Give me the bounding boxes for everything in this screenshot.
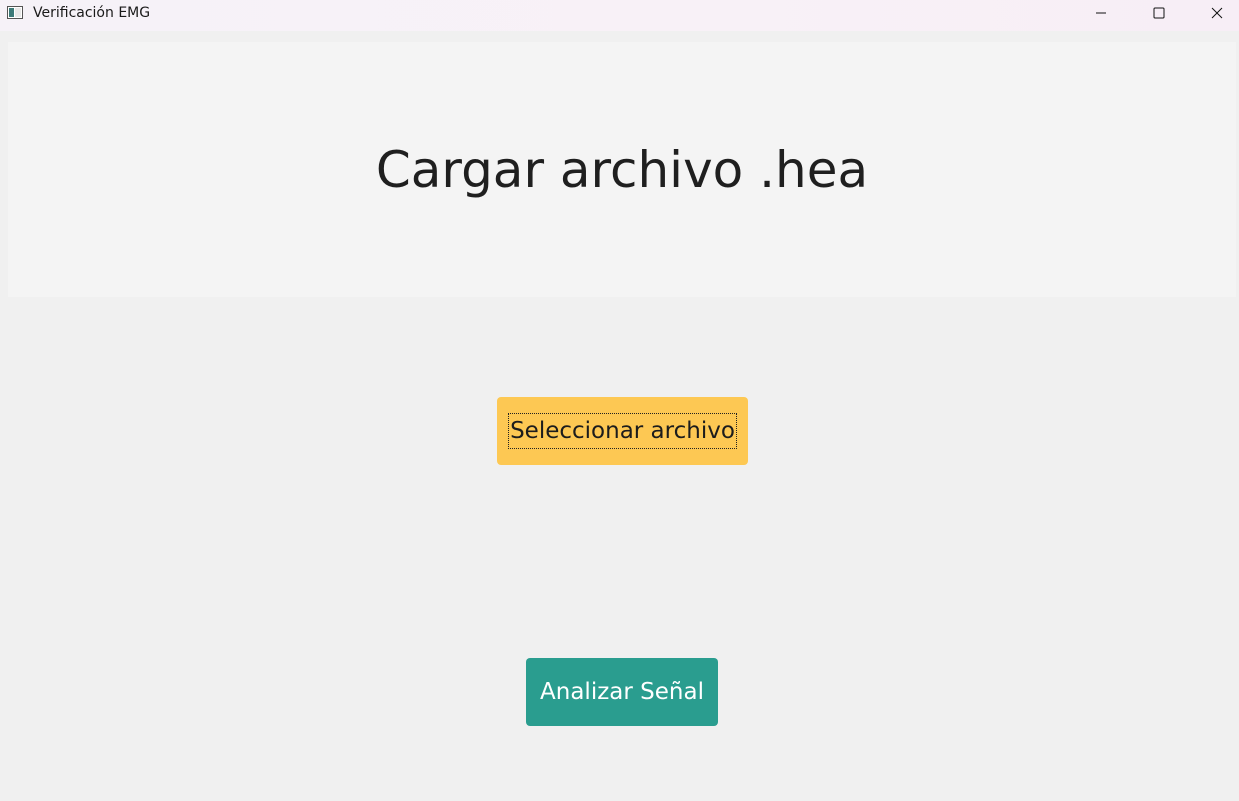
select-file-button[interactable]: Seleccionar archivo [497, 397, 748, 465]
window-title: Verificación EMG [33, 5, 151, 21]
title-bar[interactable]: Verificación EMG [0, 0, 1239, 31]
analyze-signal-label: Analizar Señal [540, 679, 704, 705]
select-file-label: Seleccionar archivo [508, 413, 737, 449]
maximize-button[interactable] [1136, 0, 1182, 26]
page-title: Cargar archivo .hea [375, 140, 869, 199]
minimize-icon [1096, 12, 1106, 14]
minimize-button[interactable] [1078, 0, 1124, 26]
maximize-icon [1153, 7, 1165, 19]
analyze-signal-button[interactable]: Analizar Señal [526, 658, 718, 726]
close-button[interactable] [1194, 0, 1239, 26]
header-panel: Cargar archivo .hea [8, 42, 1236, 297]
app-window: Verificación EMG Cargar archivo .hea Sel… [0, 0, 1239, 801]
close-icon [1211, 7, 1223, 19]
app-window-icon [7, 6, 23, 19]
